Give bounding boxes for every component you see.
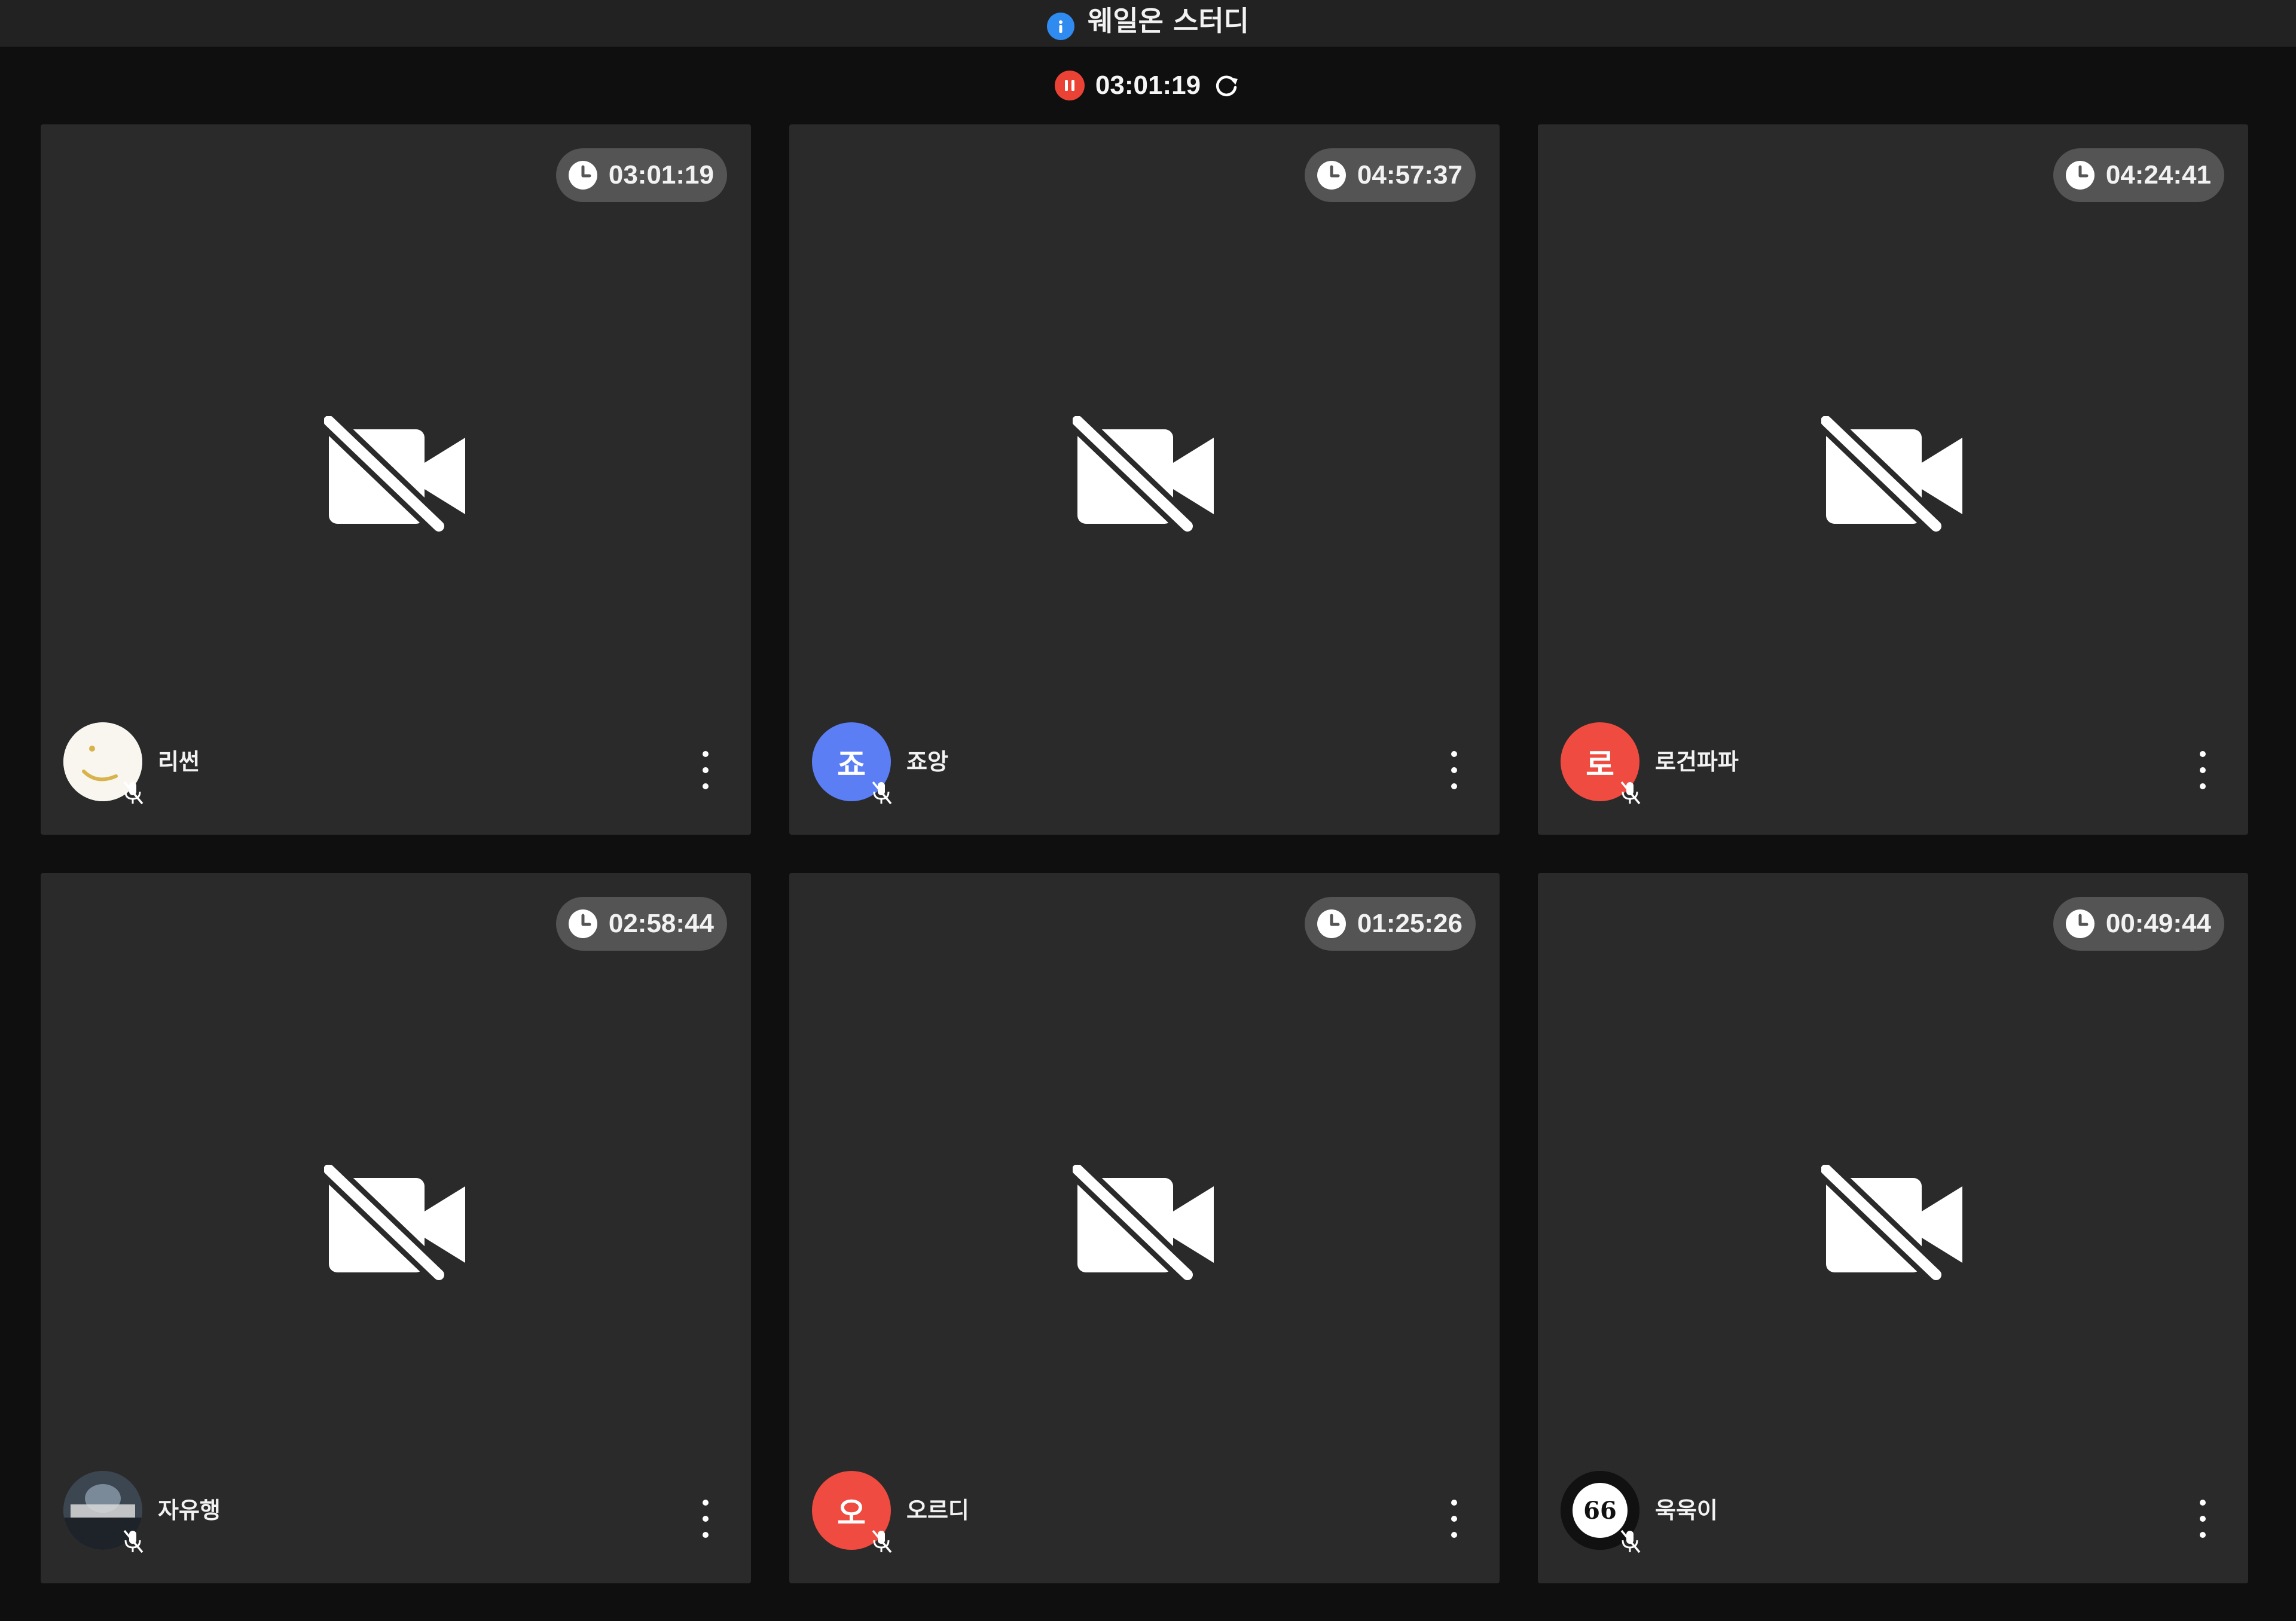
mic-off-icon — [123, 781, 144, 805]
participant-info: 로 로건파파 — [1561, 722, 1739, 805]
more-vertical-icon[interactable] — [2191, 751, 2215, 789]
video-off-icon — [1073, 1165, 1214, 1284]
clock-icon — [1317, 909, 1346, 938]
mic-off-icon — [872, 1530, 892, 1553]
participant-name: 욱욱이 — [1655, 1497, 1718, 1524]
study-time: 01:25:26 — [1357, 909, 1463, 938]
participant-info: 자유행 — [63, 1471, 221, 1553]
participant-info: 오 오르디 — [812, 1471, 969, 1553]
clock-icon — [2065, 161, 2095, 190]
participant-name: 로건파파 — [1655, 748, 1739, 775]
more-vertical-icon[interactable] — [694, 1500, 718, 1538]
study-time-badge: 04:57:37 — [1304, 148, 1476, 202]
avatar — [63, 1471, 144, 1553]
participant-name: 자유행 — [158, 1497, 221, 1524]
participant-tile[interactable]: 04:57:37 죠 죠앙 — [789, 124, 1500, 835]
participant-info: 죠 죠앙 — [812, 722, 948, 805]
video-off-icon — [324, 416, 465, 536]
pause-icon[interactable] — [1054, 71, 1085, 100]
clock-icon — [1317, 161, 1346, 190]
mic-off-icon — [872, 781, 892, 805]
avatar: 로 — [1561, 722, 1641, 805]
avatar — [63, 722, 144, 805]
clock-icon — [568, 161, 597, 190]
study-time-badge: 02:58:44 — [555, 897, 727, 951]
mic-off-icon — [1620, 1530, 1641, 1553]
video-off-icon — [1821, 416, 1962, 536]
study-time-badge: 01:25:26 — [1304, 897, 1476, 951]
room-header: 웨일온 스터디 — [0, 0, 2296, 47]
avatar: 66 — [1561, 1471, 1641, 1553]
avatar: 오 — [812, 1471, 892, 1553]
more-vertical-icon[interactable] — [1442, 751, 1466, 789]
video-off-icon — [1821, 1165, 1962, 1284]
video-off-icon — [324, 1165, 465, 1284]
study-time-badge: 03:01:19 — [555, 148, 727, 202]
study-time-badge: 04:24:41 — [2053, 148, 2224, 202]
study-time: 03:01:19 — [608, 160, 714, 190]
video-off-icon — [1073, 416, 1214, 536]
study-time: 04:57:37 — [1357, 160, 1463, 190]
more-vertical-icon[interactable] — [2191, 1500, 2215, 1538]
refresh-icon[interactable] — [1211, 71, 1241, 100]
info-icon[interactable] — [1047, 13, 1075, 40]
study-time: 02:58:44 — [608, 909, 714, 938]
avatar-initial: 로 — [1586, 747, 1614, 783]
participant-tile[interactable]: 04:24:41 로 로건파파 — [1538, 124, 2248, 835]
study-time: 00:49:44 — [2105, 909, 2211, 938]
participant-tile[interactable]: 00:49:44 66 욱욱이 — [1538, 873, 2248, 1583]
participant-name: 오르디 — [906, 1497, 969, 1524]
clock-icon — [568, 909, 597, 938]
participant-name: 리썬 — [158, 748, 200, 775]
participant-tile[interactable]: 01:25:26 오 오르디 — [789, 873, 1500, 1583]
more-vertical-icon[interactable] — [694, 751, 718, 789]
participant-tile[interactable]: 02:58:44 자유행 — [41, 873, 751, 1583]
mic-off-icon — [1620, 781, 1641, 805]
avatar-initial: 죠 — [837, 747, 866, 783]
mic-off-icon — [123, 1530, 144, 1553]
session-elapsed-time: 03:01:19 — [1095, 71, 1201, 100]
participant-grid: 03:01:19 리썬 04:57:37 죠 죠앙 04:24:41 로 로건파… — [41, 124, 2248, 1583]
avatar: 죠 — [812, 722, 892, 805]
more-vertical-icon[interactable] — [1442, 1500, 1466, 1538]
room-title: 웨일온 스터디 — [1088, 5, 1249, 37]
participant-tile[interactable]: 03:01:19 리썬 — [41, 124, 751, 835]
participant-info: 리썬 — [63, 722, 200, 805]
svg-text:66: 66 — [1583, 1497, 1617, 1525]
session-timer-bar: 03:01:19 — [0, 47, 2296, 124]
participant-info: 66 욱욱이 — [1561, 1471, 1718, 1553]
avatar-initial: 오 — [837, 1495, 866, 1532]
participant-name: 죠앙 — [906, 748, 948, 775]
study-time-badge: 00:49:44 — [2053, 897, 2224, 951]
study-time: 04:24:41 — [2105, 160, 2211, 190]
clock-icon — [2065, 909, 2095, 938]
